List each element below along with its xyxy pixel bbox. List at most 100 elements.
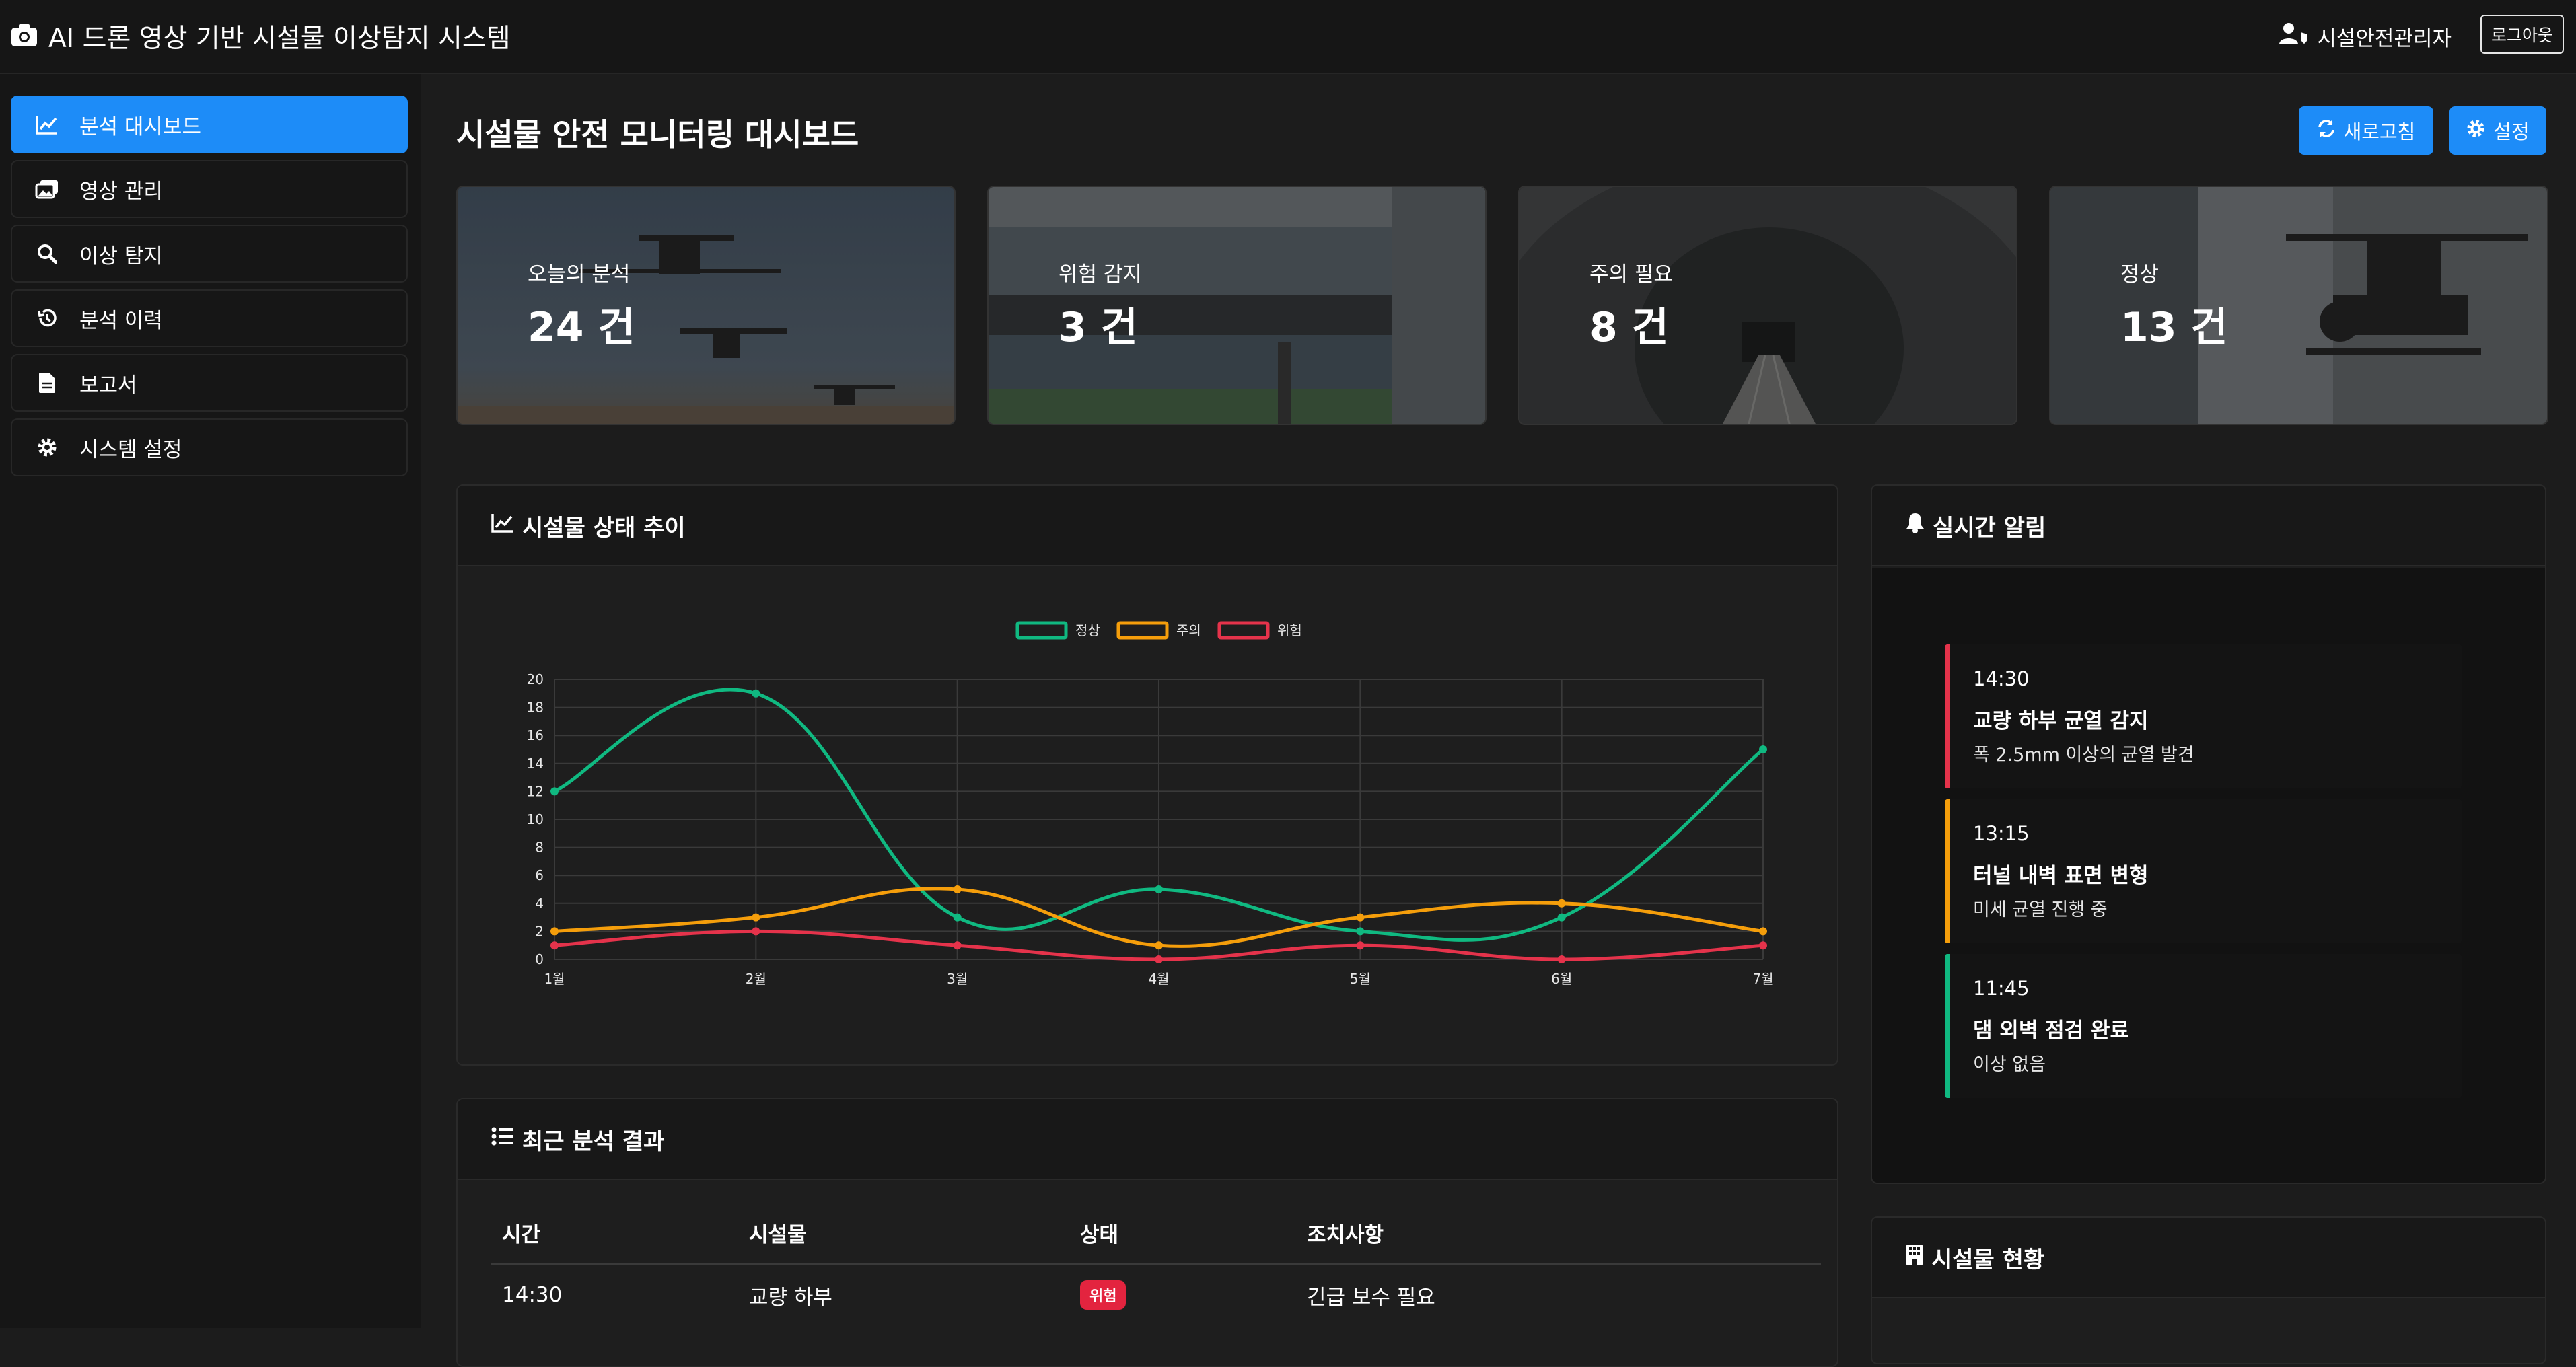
recent-results-card: 최근 분석 결과 시간 시설물 상태 조치사항 14:30 교량 하부 위험 긴… (456, 1098, 1838, 1367)
cell-action: 긴급 보수 필요 (1307, 1285, 1435, 1310)
y-tick-label: 4 (535, 895, 544, 912)
refresh-button[interactable]: 새로고침 (2299, 106, 2433, 155)
brand[interactable]: AI 드론 영상 기반 시설물 이상탐지 시스템 (11, 17, 511, 55)
stat-value: 13 건 (2120, 304, 2228, 351)
alert-time: 13:15 (1973, 822, 2030, 845)
x-tick-label: 2월 (746, 971, 766, 987)
user-menu[interactable]: 시설안전관리자 (2279, 17, 2452, 55)
sidebar-item-label: 분석 이력 (79, 308, 163, 333)
list-icon (491, 1125, 514, 1152)
status-trend-chart: 0 2 4 6 8 10 12 14 16 18 20 1월 2월 3월 4월 5월 6월 7월 정상 주의 위험 (527, 621, 1774, 987)
card-header: 시설물 현황 (1872, 1218, 2545, 1298)
data-point (1356, 927, 1365, 936)
alert-item[interactable]: 11:45 댐 외벽 점검 완료 이상 없음 (1945, 954, 2462, 1098)
data-point (1759, 927, 1767, 936)
card-title: 시설물 현황 (1931, 1246, 2045, 1273)
logout-button[interactable]: 로그아웃 (2480, 15, 2564, 54)
y-tick-label: 10 (527, 811, 544, 827)
facility-status-card: 시설물 현황 (1871, 1216, 2546, 1364)
data-point (1155, 955, 1163, 963)
stat-label: 오늘의 분석 (528, 262, 631, 287)
data-point (752, 927, 760, 936)
data-point (953, 941, 962, 950)
stat-card-today[interactable]: 오늘의 분석 24 건 (456, 186, 956, 425)
status-badge: 위험 (1080, 1280, 1126, 1310)
alert-item[interactable]: 13:15 터널 내벽 표면 변형 미세 균열 진행 중 (1945, 799, 2462, 943)
stat-label: 정상 (2120, 262, 2159, 287)
sidebar-item-label: 이상 탐지 (79, 244, 163, 268)
data-point (752, 689, 760, 698)
table-row[interactable]: 14:30 교량 하부 위험 긴급 보수 필요 (491, 1264, 1821, 1325)
sidebar-item-settings[interactable]: 시스템 설정 (11, 418, 408, 476)
x-tick-label: 3월 (947, 971, 968, 987)
search-icon (35, 242, 59, 266)
app-title: AI 드론 영상 기반 시설물 이상탐지 시스템 (48, 24, 511, 54)
chart-line-icon (491, 512, 514, 539)
camera-icon (11, 23, 38, 50)
sidebar-item-detection[interactable]: 이상 탐지 (11, 225, 408, 283)
sidebar-item-video[interactable]: 영상 관리 (11, 160, 408, 218)
stat-card-warning[interactable]: 주의 필요 8 건 (1518, 186, 2017, 425)
chart-line-icon (35, 112, 59, 137)
legend-swatch (1217, 621, 1270, 640)
data-point (550, 941, 559, 950)
legend-swatch (1015, 621, 1068, 640)
column-header: 상태 (1069, 1202, 1296, 1265)
data-point (1356, 913, 1365, 922)
sidebar-item-report[interactable]: 보고서 (11, 354, 408, 412)
sidebar-item-dashboard[interactable]: 분석 대시보드 (11, 96, 408, 153)
file-icon (35, 371, 59, 395)
stat-card-normal[interactable]: 정상 13 건 (2049, 186, 2548, 425)
stat-value: 24 건 (528, 304, 635, 351)
card-title: 최근 분석 결과 (522, 1128, 665, 1155)
data-point (550, 787, 559, 796)
card-title: 실시간 알림 (1933, 514, 2046, 542)
alert-desc: 미세 균열 진행 중 (1973, 899, 2108, 920)
stat-card-danger[interactable]: 위험 감지 3 건 (987, 186, 1487, 425)
alert-title: 교량 하부 균열 감지 (1973, 709, 2149, 733)
x-tick-label: 1월 (544, 971, 565, 987)
data-point (1155, 885, 1163, 893)
alert-time: 14:30 (1973, 667, 2030, 690)
sidebar-item-label: 분석 대시보드 (79, 114, 201, 139)
card-header: 실시간 알림 (1872, 486, 2545, 566)
alert-title: 터널 내벽 표면 변형 (1973, 864, 2149, 888)
data-point (953, 885, 962, 893)
y-tick-label: 16 (527, 727, 544, 743)
refresh-label: 새로고침 (2343, 120, 2416, 143)
legend-label: 주의 (1176, 622, 1201, 638)
card-header: 최근 분석 결과 (458, 1099, 1837, 1180)
y-tick-label: 8 (535, 840, 544, 856)
legend-item: 정상 (1015, 621, 1100, 640)
sidebar-item-history[interactable]: 분석 이력 (11, 289, 408, 347)
stat-value: 3 건 (1059, 304, 1138, 351)
x-tick-label: 6월 (1551, 971, 1572, 987)
sidebar: 분석 대시보드 영상 관리 이상 탐지 분석 이력 보고서 시스템 설정 (0, 74, 421, 1328)
alert-time: 11:45 (1973, 977, 2030, 1000)
stat-label: 위험 감지 (1059, 262, 1142, 287)
alert-item[interactable]: 14:30 교량 하부 균열 감지 폭 2.5mm 이상의 균열 발견 (1945, 644, 2462, 788)
data-point (1759, 745, 1767, 753)
legend-item: 주의 (1116, 621, 1201, 640)
column-header: 시간 (491, 1202, 738, 1265)
alerts-card: 실시간 알림 14:30 교량 하부 균열 감지 폭 2.5mm 이상의 균열 … (1871, 484, 2546, 1184)
data-point (953, 913, 962, 922)
history-icon (35, 306, 59, 330)
alert-desc: 이상 없음 (1973, 1054, 2046, 1075)
legend-item: 위험 (1217, 621, 1302, 640)
table-header-row: 시간 시설물 상태 조치사항 (491, 1202, 1821, 1265)
y-tick-label: 18 (527, 700, 544, 716)
y-tick-label: 2 (535, 923, 544, 939)
alert-desc: 폭 2.5mm 이상의 균열 발견 (1973, 745, 2194, 766)
card-title: 시설물 상태 추이 (522, 514, 686, 542)
data-point (1155, 941, 1163, 950)
results-table: 시간 시설물 상태 조치사항 14:30 교량 하부 위험 긴급 보수 필요 (491, 1202, 1821, 1325)
column-header: 시설물 (738, 1202, 1069, 1265)
card-header: 시설물 상태 추이 (458, 486, 1837, 566)
settings-button[interactable]: 설정 (2449, 106, 2546, 155)
images-icon (35, 177, 59, 201)
user-shield-icon (2279, 23, 2309, 50)
legend-swatch (1116, 621, 1169, 640)
stat-value: 8 건 (1589, 304, 1669, 351)
settings-label: 설정 (2493, 120, 2530, 143)
